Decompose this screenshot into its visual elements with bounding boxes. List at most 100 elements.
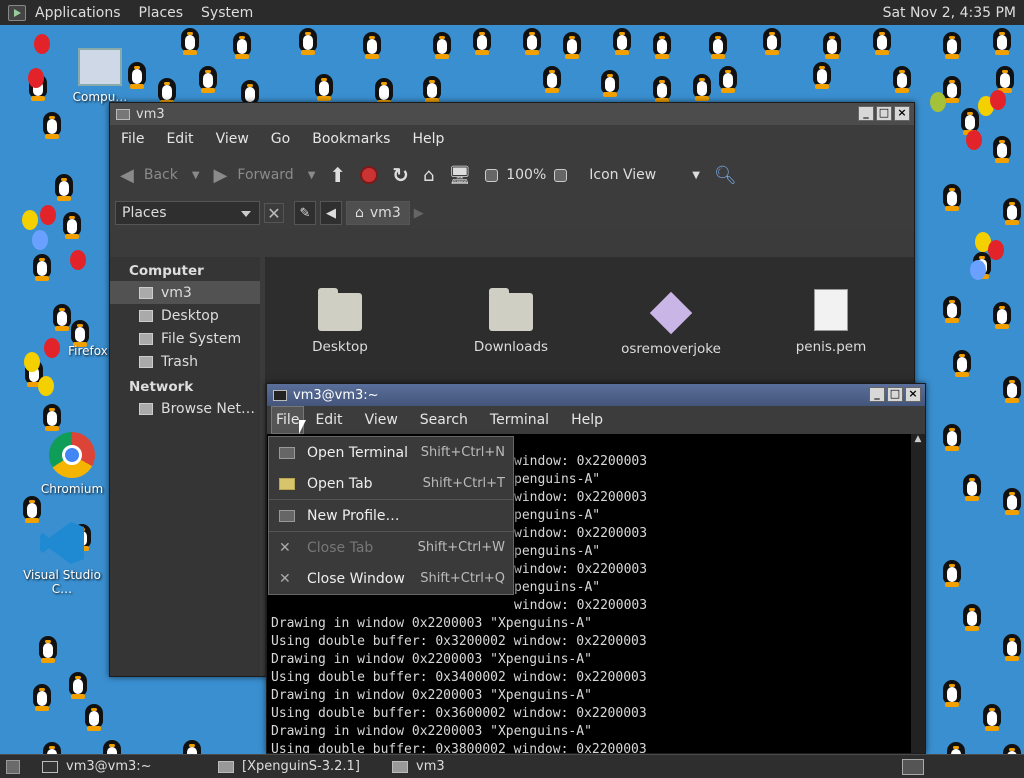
menu-go[interactable]: Go (260, 125, 301, 153)
menu-file[interactable]: File (110, 125, 155, 153)
desktop-icon-vscode[interactable]: Visual Studio C… (12, 522, 112, 596)
close-icon: ✕ (279, 570, 291, 587)
menu-bookmarks[interactable]: Bookmarks (301, 125, 401, 153)
back-history-icon[interactable]: ▼ (192, 170, 200, 181)
taskbar-item-terminal[interactable]: vm3@vm3:~ (34, 756, 204, 778)
sidebar-item-label: Browse Net… (161, 400, 256, 417)
sidebar-places-select[interactable]: Places (115, 201, 260, 225)
terminal-line: Using double buffer: 0x3200002 window: 0… (271, 634, 647, 649)
chromium-icon (49, 432, 95, 478)
sidebar-item-desktop[interactable]: Desktop (110, 304, 260, 327)
maximize-button[interactable]: □ (876, 106, 892, 121)
penguin-icon (296, 24, 320, 56)
stop-button[interactable] (360, 166, 379, 184)
penguin-icon (870, 24, 894, 56)
penguin-icon (66, 668, 90, 700)
edit-location-icon[interactable]: ✎ (294, 201, 316, 225)
menu-view[interactable]: View (354, 406, 409, 434)
file-manager-titlebar[interactable]: vm3 _ □ × (110, 103, 914, 125)
terminal-line: Drawing in window 0x2200003 "Xpenguins-A… (271, 652, 592, 667)
vscode-icon (40, 522, 84, 564)
folder-icon (318, 288, 362, 331)
zoom-out-icon[interactable] (485, 168, 499, 182)
menu-item-label: Open Tab (307, 475, 373, 492)
file-item-downloads[interactable]: Downloads (446, 288, 576, 355)
bottom-panel: vm3@vm3:~ [XpenguinS-3.2.1] vm3 (0, 754, 1024, 778)
penguin-icon (230, 28, 254, 60)
sidebar-item-label: File System (161, 330, 242, 347)
computer-button[interactable]: 🖥 (448, 165, 471, 186)
back-button[interactable]: ◀ Back ▼ (120, 165, 200, 186)
taskbar-item-vm3[interactable]: vm3 (384, 756, 453, 778)
zoom-control[interactable]: 100% (485, 167, 575, 183)
taskbar-item-xpenguins[interactable]: [XpenguinS-3.2.1] (210, 756, 378, 778)
menu-edit[interactable]: Edit (155, 125, 204, 153)
system-menu[interactable]: System (192, 0, 262, 25)
menu-item-shortcut: Shift+Ctrl+T (422, 476, 505, 491)
file-manager-toolbar: ◀ Back ▼ ▶ Forward ▼ ⬆ ↻ ⌂ 🖥 100% Icon V… (110, 153, 914, 197)
close-button[interactable]: × (894, 106, 910, 121)
clock[interactable]: Sat Nov 2, 4:35 PM (883, 0, 1020, 25)
show-desktop-icon[interactable] (6, 759, 20, 774)
sidebar-item-trash[interactable]: Trash (110, 350, 260, 373)
minimize-button[interactable]: _ (869, 387, 885, 402)
balloon-icon (28, 68, 44, 88)
menu-item-new-profile[interactable]: New Profile… (269, 500, 513, 531)
chevron-down-icon: ▼ (692, 169, 700, 181)
file-item-osremoverjoke[interactable]: osremoverjoke (606, 291, 736, 357)
menu-search[interactable]: Search (409, 406, 479, 434)
home-button[interactable]: ⌂ (423, 165, 434, 186)
forward-button[interactable]: ▶ Forward ▼ (214, 165, 316, 186)
terminal-line: window: 0x2200003 (514, 490, 648, 505)
view-mode-select[interactable]: Icon View ▼ (589, 167, 700, 183)
desktop-icon-computer[interactable]: Compu… (50, 48, 150, 104)
places-menu[interactable]: Places (130, 0, 193, 25)
path-right-arrow-icon[interactable]: ▶ (414, 206, 424, 221)
sidebar-item-vm3[interactable]: vm3 (110, 281, 260, 304)
menu-help[interactable]: Help (401, 125, 455, 153)
up-button[interactable]: ⬆ (329, 163, 346, 187)
scroll-up-icon[interactable]: ▲ (911, 434, 925, 444)
menu-view[interactable]: View (205, 125, 260, 153)
applications-menu[interactable]: Applications (26, 0, 130, 25)
menu-item-open-terminal[interactable]: Open Terminal Shift+Ctrl+N (269, 437, 513, 468)
menu-edit[interactable]: Edit (304, 406, 353, 434)
file-item-desktop[interactable]: Desktop (275, 288, 405, 355)
desktop-icon-chromium[interactable]: Chromium (22, 432, 122, 496)
reload-icon: ↻ (392, 163, 409, 187)
view-mode-label: Icon View (589, 167, 657, 183)
penguin-icon (990, 24, 1014, 56)
sidebar: Computer vm3 Desktop File System Trash N… (110, 257, 260, 676)
workspace-switcher-icon[interactable] (902, 758, 924, 775)
penguin-icon (650, 72, 674, 104)
file-name: Desktop (312, 339, 368, 355)
balloon-icon (38, 376, 54, 396)
menu-help[interactable]: Help (560, 406, 614, 434)
penguin-icon (1000, 630, 1024, 662)
zoom-in-icon[interactable] (554, 168, 568, 182)
close-button[interactable]: × (905, 387, 921, 402)
penguin-icon (706, 28, 730, 60)
terminal-titlebar[interactable]: vm3@vm3:~ _ □ × (267, 384, 925, 406)
menu-item-close-window[interactable]: ✕ Close Window Shift+Ctrl+Q (269, 563, 513, 594)
path-segment-current[interactable]: ⌂ vm3 (346, 201, 410, 225)
penguin-icon (980, 700, 1004, 732)
search-button[interactable]: 🔍︎ (714, 165, 737, 186)
menu-terminal[interactable]: Terminal (479, 406, 560, 434)
minimize-button[interactable]: _ (858, 106, 874, 121)
sidebar-item-file-system[interactable]: File System (110, 327, 260, 350)
sidebar-item-browse-network[interactable]: Browse Net… (110, 397, 260, 420)
file-name: penis.pem (795, 339, 867, 355)
forward-history-icon[interactable]: ▼ (308, 170, 316, 181)
file-item-penis-pem[interactable]: penis.pem (766, 289, 896, 355)
penguin-icon (1000, 194, 1024, 226)
applications-menu-icon[interactable] (8, 4, 26, 21)
sidebar-header-computer: Computer (129, 263, 204, 279)
close-sidebar-icon[interactable]: ✕ (264, 203, 284, 223)
menu-item-open-tab[interactable]: Open Tab Shift+Ctrl+T (269, 468, 513, 499)
reload-button[interactable]: ↻ (392, 163, 409, 187)
up-arrow-icon: ⬆ (329, 163, 347, 187)
path-left-arrow-icon[interactable]: ◀ (320, 201, 342, 225)
terminal-scrollbar[interactable]: ▲ (911, 434, 925, 753)
maximize-button[interactable]: □ (887, 387, 903, 402)
